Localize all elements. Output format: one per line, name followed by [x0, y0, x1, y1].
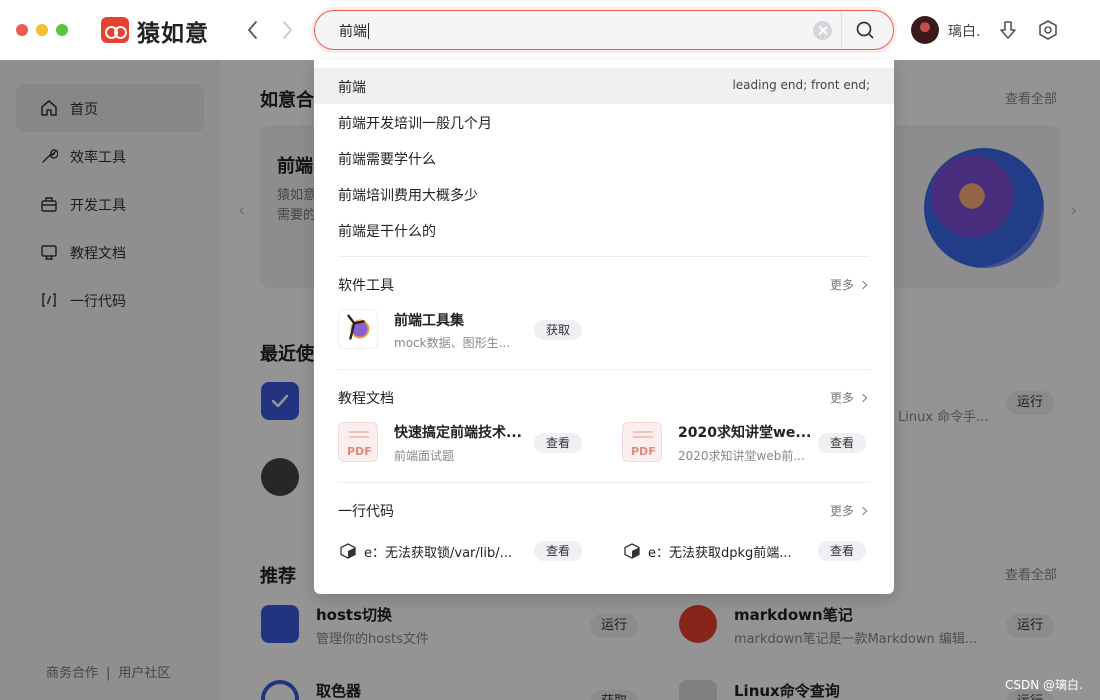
suggestion-translation: leading end; front end;: [732, 78, 870, 92]
app-logo-icon: [101, 17, 129, 43]
doc-item-desc: 2020求知讲堂web前...: [678, 449, 805, 463]
docs-more-link[interactable]: 更多: [830, 389, 868, 406]
suggestion-text: 前端开发培训一般几个月: [338, 116, 492, 132]
minimize-window-button[interactable]: [36, 24, 48, 36]
search-dropdown: 前端 leading end; front end; 前端开发培训一般几个月 前…: [314, 60, 894, 594]
software-section-title: 软件工具: [338, 278, 394, 294]
download-icon[interactable]: [996, 18, 1020, 42]
software-item-desc: mock数据、图形生...: [394, 336, 511, 350]
view-button[interactable]: 查看: [534, 433, 582, 453]
suggestion-text: 前端是干什么的: [338, 224, 436, 240]
suggestion-text: 前端培训费用大概多少: [338, 188, 478, 204]
suggestion-item[interactable]: 前端是干什么的: [314, 212, 894, 248]
view-button[interactable]: 查看: [818, 433, 866, 453]
suggestion-item[interactable]: 前端 leading end; front end;: [314, 68, 894, 104]
software-item-name[interactable]: 前端工具集: [394, 310, 464, 330]
forward-arrow-icon[interactable]: [277, 18, 297, 42]
close-window-button[interactable]: [16, 24, 28, 36]
doc-item-name[interactable]: 2020求知讲堂we...: [678, 422, 811, 442]
get-button[interactable]: 获取: [534, 320, 582, 340]
suggestion-text: 前端需要学什么: [338, 152, 436, 168]
back-arrow-icon[interactable]: [243, 18, 263, 42]
watermark: CSDN @璃白.: [1005, 678, 1083, 692]
divider: [338, 369, 870, 370]
suggestion-text: 前端: [338, 80, 366, 96]
pdf-icon[interactable]: PDF: [338, 422, 378, 462]
code-more-link[interactable]: 更多: [830, 502, 868, 519]
title-bar: 猿如意 前端 璃白.: [0, 0, 1100, 60]
doc-item-name[interactable]: 快速搞定前端技术...: [394, 422, 522, 442]
pdf-icon[interactable]: PDF: [622, 422, 662, 462]
terminal-cube-icon: [624, 543, 640, 559]
settings-icon[interactable]: [1036, 18, 1060, 42]
code-item-text[interactable]: e：无法获取dpkg前端...: [648, 542, 792, 561]
search-icon[interactable]: [851, 19, 879, 41]
software-more-link[interactable]: 更多: [830, 276, 868, 293]
suggestion-item[interactable]: 前端需要学什么: [314, 140, 894, 176]
suggestion-item[interactable]: 前端开发培训一般几个月: [314, 104, 894, 140]
divider: [338, 482, 870, 483]
code-item-text[interactable]: e：无法获取锁/var/lib/...: [364, 542, 512, 561]
doc-item-desc: 前端面试题: [394, 449, 455, 463]
app-name: 猿如意: [137, 21, 209, 47]
view-button[interactable]: 查看: [534, 541, 582, 561]
terminal-cube-icon: [340, 543, 356, 559]
frontend-toolkit-icon[interactable]: [338, 309, 378, 349]
chevron-right-icon: [858, 393, 868, 403]
view-button[interactable]: 查看: [818, 541, 866, 561]
search-input[interactable]: 前端: [339, 21, 369, 41]
chevron-right-icon: [858, 506, 868, 516]
clear-search-icon[interactable]: [813, 21, 832, 40]
docs-section-title: 教程文档: [338, 391, 394, 407]
divider: [338, 256, 870, 257]
chevron-right-icon: [858, 280, 868, 290]
search-divider: [841, 11, 842, 48]
code-section-title: 一行代码: [338, 504, 394, 520]
suggestion-item[interactable]: 前端培训费用大概多少: [314, 176, 894, 212]
maximize-window-button[interactable]: [56, 24, 68, 36]
username[interactable]: 璃白.: [948, 21, 980, 41]
search-bar[interactable]: 前端: [314, 10, 894, 50]
user-avatar[interactable]: [911, 16, 939, 44]
